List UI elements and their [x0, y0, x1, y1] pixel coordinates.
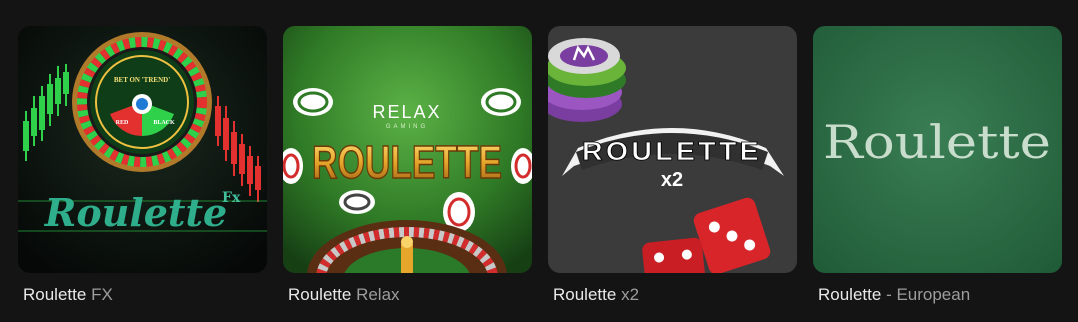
game-title-roulette-x2[interactable]: Roulette x2 [553, 285, 639, 305]
roulette-european-artwork: Roulette [813, 26, 1062, 273]
game-card-roulette-relax[interactable]: RELAX GAMING ROULETTE Roulette Relax [283, 26, 532, 309]
european-title: Roulette [823, 115, 1051, 169]
game-name: Roulette [23, 285, 87, 304]
game-thumbnail-roulette-european[interactable]: Roulette [813, 26, 1062, 273]
game-title-roulette-fx[interactable]: Roulette FX [23, 285, 113, 305]
game-thumbnail-roulette-x2[interactable]: ROULETTE x2 [548, 26, 797, 273]
game-thumbnail-roulette-relax[interactable]: RELAX GAMING ROULETTE [283, 26, 532, 273]
fx-logo-text: Roulette [44, 190, 227, 235]
fx-logo-sup: Fx [222, 190, 241, 206]
roulette-wheel [72, 32, 212, 172]
roulette-x2-artwork: ROULETTE x2 [548, 26, 797, 273]
chip-stack [548, 38, 626, 122]
game-name: Roulette [818, 285, 882, 304]
wheel-label-bet: BET ON 'TREND' [114, 76, 170, 84]
game-title-roulette-relax[interactable]: Roulette Relax [288, 285, 400, 305]
x2-title: ROULETTE [582, 136, 762, 166]
wheel-label-red: RED [116, 120, 129, 126]
roulette-fx-artwork: BET ON 'TREND' RED BLACK Roulette Fx [18, 26, 267, 273]
game-card-roulette-european[interactable]: Roulette Roulette - European [813, 26, 1062, 309]
relax-title: ROULETTE [312, 136, 502, 188]
relax-brand-sub: GAMING [386, 124, 428, 130]
game-name: Roulette [553, 285, 617, 304]
wheel-label-black: BLACK [153, 120, 175, 126]
game-variant: x2 [621, 285, 640, 304]
game-thumbnail-roulette-fx[interactable]: BET ON 'TREND' RED BLACK Roulette Fx [18, 26, 267, 273]
roulette-relax-artwork: RELAX GAMING ROULETTE [283, 26, 532, 273]
relax-brand: RELAX [372, 102, 441, 122]
game-name: Roulette [288, 285, 352, 304]
game-grid: BET ON 'TREND' RED BLACK Roulette Fx Rou… [0, 0, 1078, 322]
game-title-roulette-european[interactable]: Roulette - European [818, 285, 970, 305]
game-variant: - European [886, 285, 971, 304]
game-card-roulette-fx[interactable]: BET ON 'TREND' RED BLACK Roulette Fx Rou… [18, 26, 267, 309]
game-card-roulette-x2[interactable]: ROULETTE x2 Roulette x2 [548, 26, 797, 309]
game-variant: FX [91, 285, 113, 304]
x2-subtitle: x2 [661, 169, 683, 191]
game-variant: Relax [356, 285, 400, 304]
